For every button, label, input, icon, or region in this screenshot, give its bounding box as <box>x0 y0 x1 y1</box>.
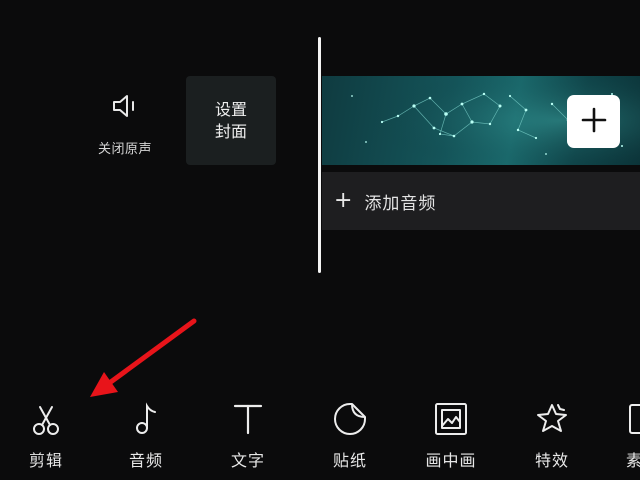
material-icon <box>626 401 640 437</box>
toolbar-item-sticker[interactable]: 贴纸 <box>310 395 390 480</box>
picture-in-picture-icon <box>433 401 469 437</box>
plus-icon: + <box>334 188 353 213</box>
set-cover-button[interactable]: 设置 封面 <box>186 76 276 165</box>
plus-icon <box>581 107 607 137</box>
add-clip-button[interactable] <box>567 95 620 148</box>
toolbar-item-label: 特效 <box>534 451 569 470</box>
sticker-icon <box>332 401 368 437</box>
add-audio-track-button[interactable]: + 添加音频 <box>322 172 640 230</box>
toolbar-item-label: 贴纸 <box>332 451 367 470</box>
text-icon <box>230 401 266 437</box>
set-cover-label-line2: 封面 <box>214 121 247 141</box>
toolbar-item-effects[interactable]: 特效 <box>512 395 592 480</box>
toolbar-item-material[interactable]: 素 <box>596 395 640 480</box>
toolbar-item-label: 剪辑 <box>28 451 63 470</box>
speaker-icon <box>110 86 140 124</box>
editor-screen: 关闭原声 设置 封面 + 添加音频 剪辑 音频 文字 贴纸 画中画 特效 素 <box>0 0 640 480</box>
toolbar-item-picture-in-picture[interactable]: 画中画 <box>411 395 491 480</box>
toolbar-item-label: 文字 <box>230 451 265 470</box>
add-audio-label: 添加音频 <box>364 193 437 214</box>
bottom-toolbar: 剪辑 音频 文字 贴纸 画中画 特效 素 <box>0 395 640 480</box>
set-cover-label-line1: 设置 <box>214 99 247 119</box>
toolbar-item-edit[interactable]: 剪辑 <box>6 395 86 480</box>
mute-original-sound-label: 关闭原声 <box>97 142 152 157</box>
scissors-icon <box>28 401 64 437</box>
toolbar-item-text[interactable]: 文字 <box>208 395 288 480</box>
effects-star-icon <box>534 401 570 437</box>
toolbar-item-label: 画中画 <box>425 451 477 470</box>
toolbar-item-label: 素 <box>626 451 640 470</box>
mute-original-sound-button[interactable]: 关闭原声 <box>84 86 166 158</box>
timeline-playhead[interactable] <box>318 37 321 273</box>
music-note-icon <box>128 401 164 437</box>
toolbar-item-label: 音频 <box>128 451 163 470</box>
toolbar-item-audio[interactable]: 音频 <box>106 395 186 480</box>
